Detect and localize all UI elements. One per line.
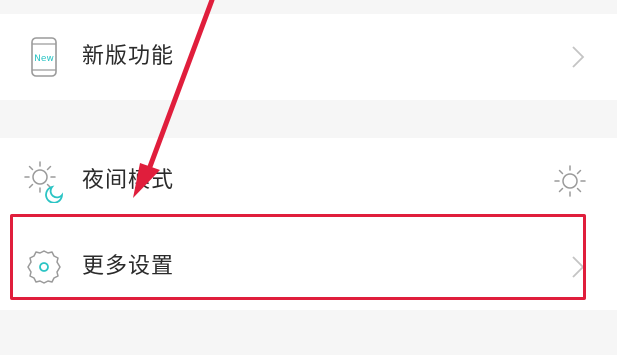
section-divider-top bbox=[0, 0, 617, 14]
settings-item-label: 更多设置 bbox=[82, 254, 175, 279]
settings-item-more-settings[interactable]: 更多设置 bbox=[0, 224, 617, 310]
section-divider-bottom bbox=[0, 310, 617, 355]
chevron-right-icon bbox=[567, 45, 589, 69]
section-divider bbox=[0, 100, 617, 138]
gear-icon bbox=[22, 245, 66, 289]
settings-screen: New 新版功能 夜间模式 更多设置 bbox=[0, 0, 617, 355]
new-icon-text: New bbox=[34, 54, 54, 64]
settings-item-new-features[interactable]: New 新版功能 bbox=[0, 14, 617, 100]
new-features-phone-icon: New bbox=[22, 35, 66, 79]
chevron-right-icon bbox=[567, 255, 589, 279]
settings-item-night-mode[interactable]: 夜间模式 bbox=[0, 138, 617, 224]
sun-toggle-icon[interactable] bbox=[553, 164, 587, 198]
settings-item-label: 新版功能 bbox=[82, 44, 175, 69]
settings-item-label: 夜间模式 bbox=[82, 168, 175, 193]
night-mode-icon bbox=[22, 159, 66, 204]
